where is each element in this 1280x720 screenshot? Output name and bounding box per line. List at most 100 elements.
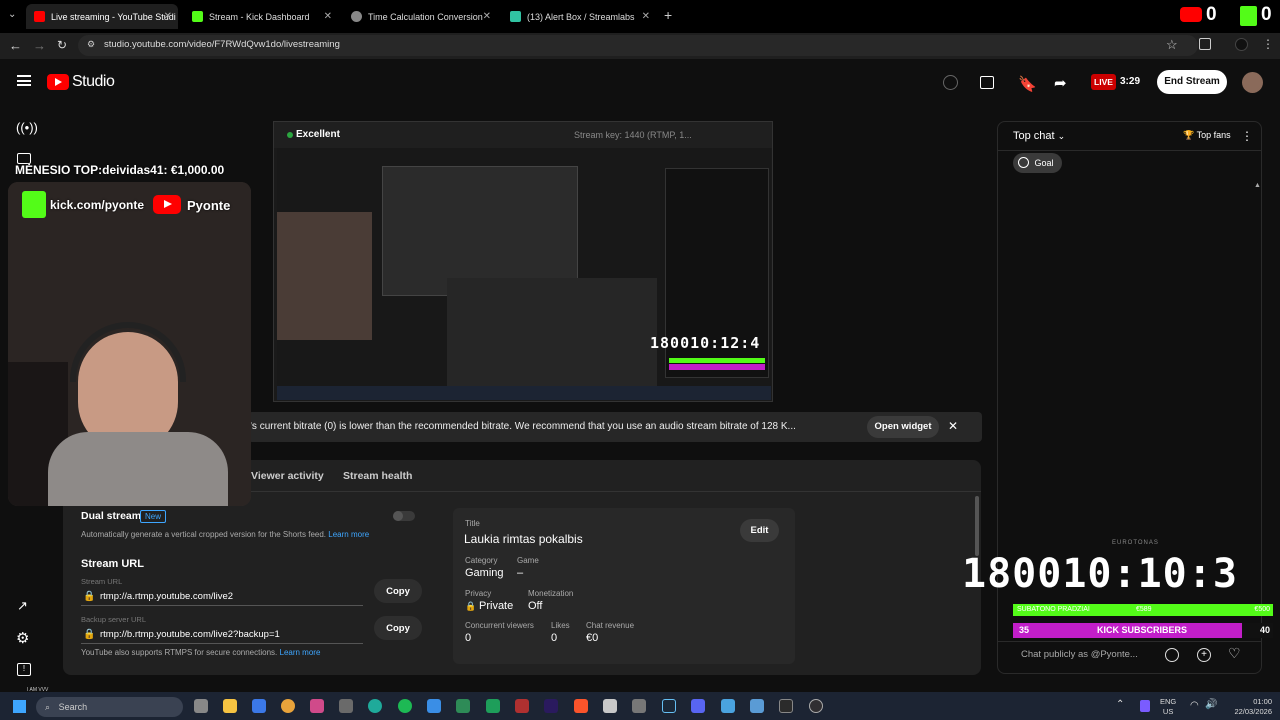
- language-indicator[interactable]: ENG US: [1160, 697, 1176, 717]
- browser-menu-icon[interactable]: ⋮: [1262, 37, 1274, 51]
- site-info-icon[interactable]: ⚙: [87, 39, 95, 50]
- url-text[interactable]: studio.youtube.com/video/F7RWdQvw1do/liv…: [104, 39, 340, 50]
- close-tab-icon[interactable]: ✕: [642, 11, 650, 22]
- youtube-logo-play-icon: [164, 200, 172, 208]
- file-explorer-icon[interactable]: [223, 699, 237, 713]
- bookmark-star-icon[interactable]: ☆: [1166, 37, 1178, 53]
- kick-extension-icon[interactable]: [1240, 6, 1257, 26]
- goal-label: Goal: [1034, 158, 1054, 168]
- back-icon[interactable]: ←: [9, 38, 22, 53]
- nested-info-card: [447, 278, 657, 388]
- windows-start-icon[interactable]: [13, 700, 26, 713]
- new-tab-button[interactable]: +: [664, 7, 672, 23]
- chrome-icon[interactable]: [281, 699, 295, 713]
- stream-key-select[interactable]: Stream key: 1440 (RTMP, 1...: [574, 130, 692, 140]
- bookmark-icon[interactable]: 🔖: [1018, 75, 1037, 93]
- task-view-icon[interactable]: [194, 699, 208, 713]
- forward-icon[interactable]: →: [33, 38, 46, 53]
- nested-stream-window: [382, 166, 578, 296]
- kick-subs-current: 35: [1019, 625, 1030, 635]
- chevron-down-icon: ⌄: [1057, 131, 1066, 141]
- extensions-icon[interactable]: [1199, 38, 1211, 50]
- edit-button[interactable]: Edit: [740, 519, 779, 542]
- photos-icon[interactable]: [427, 699, 441, 713]
- chat-header-divider: [998, 150, 1261, 151]
- open-widget-button[interactable]: Open widget: [867, 416, 939, 438]
- end-stream-button[interactable]: End Stream: [1157, 70, 1227, 94]
- game-label: Game: [517, 556, 539, 565]
- volume-icon[interactable]: 🔊: [1205, 699, 1217, 710]
- app-icon[interactable]: [632, 699, 646, 713]
- premiere-icon[interactable]: [544, 699, 558, 713]
- channel-avatar[interactable]: [1242, 72, 1263, 93]
- chat-menu-icon[interactable]: ⋮: [1241, 129, 1253, 143]
- new-badge: New: [140, 510, 167, 523]
- notepad-icon[interactable]: [721, 699, 735, 713]
- browser-tab-kick[interactable]: Stream - Kick Dashboard ✕: [184, 4, 338, 29]
- tray-app-icon[interactable]: [1140, 700, 1150, 712]
- live-duration: 3:29: [1120, 76, 1141, 87]
- copy-backup-url-button[interactable]: Copy: [374, 616, 422, 640]
- copy-stream-url-button[interactable]: Copy: [374, 579, 422, 603]
- backup-url-value[interactable]: rtmp://b.rtmp.youtube.com/live2?backup=1: [100, 629, 280, 640]
- browser-tab-time[interactable]: Time Calculation Conversion ✕: [343, 4, 497, 29]
- dual-desc-text: Automatically generate a vertical croppe…: [81, 530, 327, 539]
- heart-icon[interactable]: ♡: [1228, 645, 1241, 662]
- close-tab-icon[interactable]: ✕: [324, 11, 332, 22]
- wifi-icon[interactable]: ◠: [1190, 700, 1199, 711]
- calculator-icon[interactable]: [252, 699, 266, 713]
- kick-subs-label: KICK SUBSCRIBERS: [1097, 625, 1188, 635]
- hamburger-menu-icon[interactable]: [17, 75, 31, 86]
- close-banner-icon[interactable]: ✕: [948, 419, 958, 433]
- app-icon[interactable]: [750, 699, 764, 713]
- dual-stream-toggle[interactable]: [393, 511, 415, 521]
- reload-icon[interactable]: ↻: [57, 38, 67, 52]
- browser-tab-youtube[interactable]: Live streaming - YouTube Studi ✕: [26, 4, 178, 29]
- top-fans-button[interactable]: 🏆 Top fans: [1183, 130, 1231, 141]
- steam-icon[interactable]: [662, 699, 676, 713]
- tab-label: Time Calculation Conversion: [368, 11, 483, 22]
- privacy-value: Private: [479, 600, 514, 612]
- obs-icon[interactable]: [809, 699, 823, 713]
- dual-learn-more-link[interactable]: Learn more: [328, 530, 369, 539]
- close-tab-icon[interactable]: ✕: [164, 11, 172, 22]
- app-icon[interactable]: [456, 699, 470, 713]
- youtube-extension-icon[interactable]: [1180, 7, 1202, 22]
- app-icon[interactable]: [603, 699, 617, 713]
- chat-scroll-arrow-icon[interactable]: ▲: [1254, 182, 1261, 189]
- monetization-icon[interactable]: [943, 75, 958, 90]
- tab-viewer-activity[interactable]: Viewer activity: [251, 470, 324, 482]
- app-icon[interactable]: [310, 699, 324, 713]
- chat-input[interactable]: Chat publicly as @Pyonte...: [1021, 649, 1138, 660]
- stream-preview[interactable]: Excellent Stream key: 1440 (RTMP, 1... 1…: [273, 121, 773, 402]
- rtmps-learn-more-link[interactable]: Learn more: [280, 648, 321, 657]
- app-icon[interactable]: [515, 699, 529, 713]
- close-tab-icon[interactable]: ✕: [483, 11, 491, 22]
- profile-avatar[interactable]: [1235, 38, 1248, 51]
- spotify-icon[interactable]: [398, 699, 412, 713]
- app-icon[interactable]: [486, 699, 500, 713]
- add-icon[interactable]: +: [1197, 648, 1211, 662]
- tab-stream-health[interactable]: Stream health: [343, 470, 412, 482]
- goal-chip[interactable]: Goal: [1013, 153, 1062, 173]
- clock[interactable]: 01:00 22/03/2026: [1228, 697, 1272, 717]
- calendar-icon[interactable]: [980, 76, 994, 89]
- discord-icon[interactable]: [691, 699, 705, 713]
- stream-live-icon[interactable]: ((•)): [16, 120, 38, 135]
- terminal-icon[interactable]: [779, 699, 793, 713]
- open-external-icon[interactable]: ↗: [17, 598, 28, 614]
- edge-icon[interactable]: [368, 699, 382, 713]
- tray-chevron-icon[interactable]: ⌃: [1116, 699, 1124, 710]
- share-icon[interactable]: ➦: [1054, 74, 1067, 92]
- taskbar-search[interactable]: ⌕ Search: [36, 697, 183, 717]
- panel-scrollbar[interactable]: [975, 496, 979, 556]
- emoji-icon[interactable]: [1165, 648, 1179, 662]
- feedback-icon[interactable]: !: [17, 663, 31, 676]
- browser-tab-streamlabs[interactable]: (13) Alert Box / Streamlabs ✕: [502, 4, 656, 29]
- settings-gear-icon[interactable]: ⚙: [16, 629, 29, 647]
- tab-search-icon[interactable]: ⌄: [8, 9, 22, 23]
- brave-icon[interactable]: [574, 699, 588, 713]
- chat-mode-select[interactable]: Top chat ⌄: [1013, 130, 1065, 142]
- stream-url-value[interactable]: rtmp://a.rtmp.youtube.com/live2: [100, 591, 233, 602]
- app-icon[interactable]: [339, 699, 353, 713]
